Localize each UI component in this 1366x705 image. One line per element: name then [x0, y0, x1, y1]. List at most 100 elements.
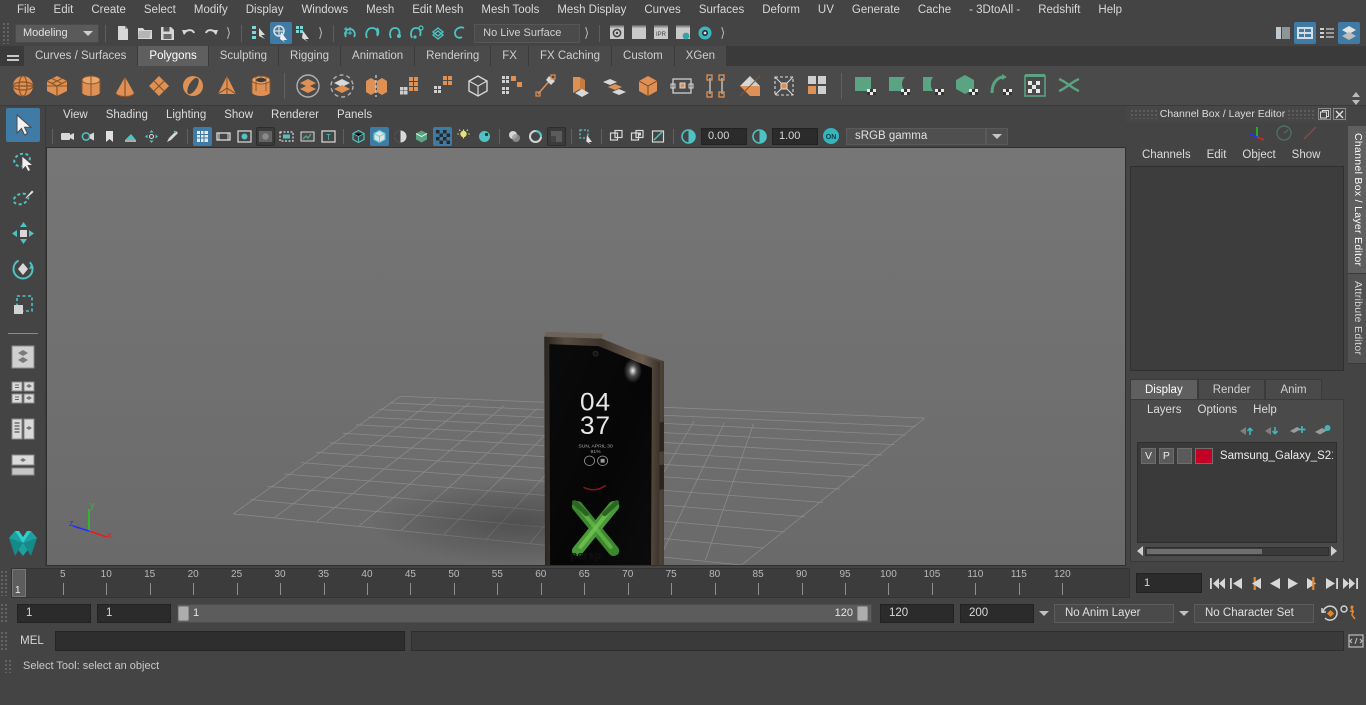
menu-item-3dtoall[interactable]: - 3DtoAll -: [960, 0, 1029, 20]
menu-item-select[interactable]: Select: [135, 0, 185, 20]
smooth-icon[interactable]: [427, 69, 461, 103]
persp-outliner-layout[interactable]: [6, 376, 40, 410]
select-by-component-icon[interactable]: [292, 22, 314, 44]
channel-box-list[interactable]: [1130, 166, 1344, 371]
command-line-label[interactable]: MEL: [9, 635, 55, 647]
menu-item-edit-mesh[interactable]: Edit Mesh: [403, 0, 472, 20]
layer-row[interactable]: V P Samsung_Galaxy_S21FBX: [1141, 446, 1333, 465]
range-end-field[interactable]: 120: [880, 603, 954, 623]
channel-menu-show[interactable]: Show: [1284, 149, 1329, 161]
isolate-select-icon[interactable]: [547, 126, 566, 146]
snap-to-curve-icon[interactable]: [362, 22, 384, 44]
lasso-select-tool[interactable]: [6, 144, 40, 178]
current-time-indicator[interactable]: 1: [12, 569, 26, 597]
character-set-combo[interactable]: No Character Set: [1194, 603, 1314, 623]
shelf-scroll-arrows[interactable]: [1349, 80, 1363, 116]
poly-pipe-icon[interactable]: [244, 69, 278, 103]
select-by-object-icon[interactable]: [270, 22, 293, 44]
two-d-pan-zoom-icon[interactable]: [142, 127, 161, 146]
redo-previous-render-icon[interactable]: [628, 22, 650, 44]
snap-to-point-icon[interactable]: [384, 22, 406, 44]
uv-automatic-icon[interactable]: [950, 69, 984, 103]
insert-edge-loop-icon[interactable]: [631, 69, 665, 103]
hypergraph-persp-layout[interactable]: [6, 448, 40, 482]
shelf-tab-sculpting[interactable]: Sculpting: [208, 46, 280, 66]
layer-color-swatch[interactable]: [1194, 447, 1213, 464]
viewport-menu-show[interactable]: Show: [215, 106, 262, 125]
menu-item-edit[interactable]: Edit: [45, 0, 83, 20]
shelf-tab-polygons[interactable]: Polygons: [138, 46, 209, 66]
live-surface-field[interactable]: No Live Surface: [474, 23, 581, 43]
poly-cylinder-icon[interactable]: [74, 69, 108, 103]
panel-grip[interactable]: [1130, 109, 1158, 119]
step-forward-keyframe-icon[interactable]: [1322, 572, 1341, 594]
play-forwards-icon[interactable]: [1284, 572, 1303, 594]
wireframe-icon[interactable]: [349, 127, 368, 146]
scale-tool[interactable]: [6, 288, 40, 322]
menu-item-mesh-tools[interactable]: Mesh Tools: [472, 0, 548, 20]
rotate-tool[interactable]: [6, 252, 40, 286]
open-scene-icon[interactable]: [134, 22, 156, 44]
exposure-field[interactable]: 0.00: [701, 127, 747, 145]
menu-item-deform[interactable]: Deform: [753, 0, 809, 20]
reduce-icon[interactable]: [801, 69, 835, 103]
redo-icon[interactable]: [200, 22, 222, 44]
grease-pencil-icon[interactable]: [163, 127, 182, 146]
poly-plane-icon[interactable]: [142, 69, 176, 103]
field-chart-icon[interactable]: [277, 127, 296, 146]
auto-keyframe-icon[interactable]: [1320, 602, 1339, 624]
status-line-expand-4[interactable]: ⟩: [716, 25, 729, 41]
step-back-keyframe-icon[interactable]: [1227, 572, 1246, 594]
select-by-hierarchy-icon[interactable]: [248, 22, 270, 44]
poly-pyramid-icon[interactable]: [210, 69, 244, 103]
film-gate-icon[interactable]: [214, 127, 233, 146]
menu-item-curves[interactable]: Curves: [635, 0, 689, 20]
character-set-dropdown-arrow[interactable]: [1174, 604, 1194, 623]
shelf-menu-icon[interactable]: [2, 46, 24, 66]
menu-item-display[interactable]: Display: [237, 0, 293, 20]
color-management-dropdown-arrow[interactable]: [986, 127, 1008, 145]
anim-end-field[interactable]: 200: [960, 603, 1034, 623]
shelf-tab-rigging[interactable]: Rigging: [279, 46, 342, 66]
shelf-tab-fx-caching[interactable]: FX Caching: [528, 46, 613, 66]
xray-icon[interactable]: [577, 127, 596, 146]
connect-icon[interactable]: [699, 69, 733, 103]
target-weld-icon[interactable]: [563, 69, 597, 103]
layer-name[interactable]: Samsung_Galaxy_S21FBX: [1220, 450, 1333, 462]
viewport-menu-shading[interactable]: Shading: [97, 106, 157, 125]
select-camera-icon[interactable]: [58, 127, 77, 146]
toggle-channel-box-icon[interactable]: [1316, 22, 1338, 44]
range-slider-grip[interactable]: [0, 603, 9, 623]
snap-to-projected-center-icon[interactable]: [406, 22, 428, 44]
menu-item-redshift[interactable]: Redshift: [1029, 0, 1089, 20]
uv-cylindrical-icon[interactable]: [882, 69, 916, 103]
undo-icon[interactable]: [178, 22, 200, 44]
menu-item-modify[interactable]: Modify: [185, 0, 237, 20]
range-end-handle[interactable]: [857, 605, 868, 621]
layer-menu-options[interactable]: Options: [1190, 404, 1246, 416]
uv-unfold-icon[interactable]: [984, 69, 1018, 103]
bridge-icon[interactable]: [733, 69, 767, 103]
use-default-lighting-icon[interactable]: [433, 126, 452, 146]
move-layer-up-icon[interactable]: [1239, 424, 1256, 438]
menu-item-uv[interactable]: UV: [809, 0, 843, 20]
vtab-channel-box-layer-editor[interactable]: Channel Box / Layer Editor: [1348, 126, 1366, 275]
anim-start-field[interactable]: 1: [17, 603, 91, 623]
go-to-end-icon[interactable]: [1341, 572, 1360, 594]
bevel-icon[interactable]: [495, 69, 529, 103]
ambient-occlusion-icon[interactable]: [475, 127, 494, 146]
new-layer-from-selected-icon[interactable]: [1314, 424, 1331, 438]
multi-cut-icon[interactable]: [529, 69, 563, 103]
textured-icon[interactable]: [412, 127, 431, 146]
menu-item-mesh-display[interactable]: Mesh Display: [548, 0, 635, 20]
camera-attributes-icon[interactable]: [79, 127, 98, 146]
boolean-difference-icon[interactable]: [325, 69, 359, 103]
viewport-3d[interactable]: 04 37 SUN, APRIL 30 91% y x z persp: [46, 147, 1126, 566]
step-forward-frame-icon[interactable]: [1303, 572, 1322, 594]
range-start-handle[interactable]: [178, 605, 189, 621]
append-polygon-icon[interactable]: [767, 69, 801, 103]
menu-item-surfaces[interactable]: Surfaces: [690, 0, 753, 20]
current-frame-field[interactable]: 1: [1136, 573, 1202, 593]
select-tool[interactable]: [5, 108, 40, 142]
menu-item-windows[interactable]: Windows: [292, 0, 357, 20]
